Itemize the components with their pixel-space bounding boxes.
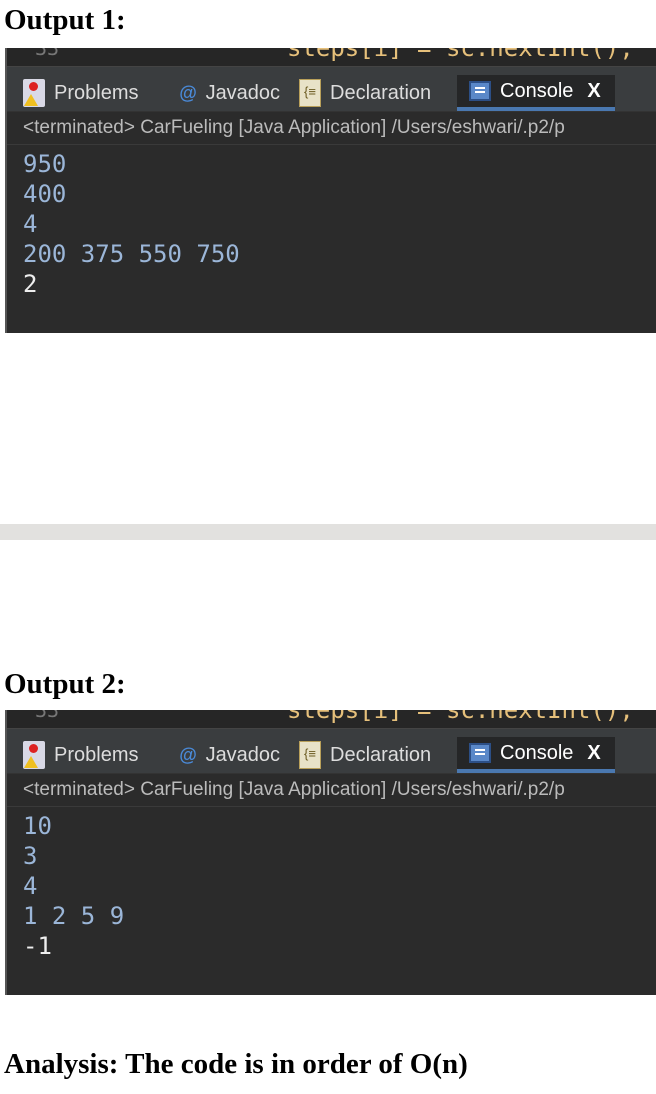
tab-label: Console	[500, 79, 574, 102]
line-number: 33	[35, 710, 60, 722]
console-line: 2	[23, 270, 38, 298]
declaration-icon: {≡	[299, 79, 321, 107]
tab-problems[interactable]: Problems	[23, 737, 138, 773]
tab-label: Javadoc	[205, 743, 281, 766]
close-icon[interactable]: X	[587, 80, 600, 103]
console-line: 950	[23, 150, 67, 178]
console-output[interactable]: 950 400 4 200 375 550 750 2	[7, 145, 656, 299]
console-line: 200 375 550 750	[23, 240, 240, 268]
javadoc-at-icon: @	[179, 744, 197, 765]
tab-label: Declaration	[330, 743, 432, 766]
code-text: steps[i] = sc.nextInt();	[287, 710, 634, 724]
analysis-text: Analysis: The code is in order of O(n)	[4, 1048, 468, 1080]
code-text: steps[i] = sc.nextInt();	[287, 48, 634, 62]
tab-console[interactable]: Console X	[457, 75, 615, 111]
console-status-line: <terminated> CarFueling [Java Applicatio…	[7, 774, 656, 807]
output-1-heading: Output 1:	[4, 4, 126, 36]
console-line: 10	[23, 812, 52, 840]
console-line: 4	[23, 872, 38, 900]
console-line: 3	[23, 842, 38, 870]
view-tab-bar: Problems @ Javadoc {≡ Declaration Consol…	[7, 729, 656, 774]
tab-label: Console	[500, 741, 574, 764]
line-number: 33	[35, 48, 60, 60]
tab-label: Declaration	[330, 81, 432, 104]
output-2-heading: Output 2:	[4, 668, 126, 700]
eclipse-console-panel-2: 33 steps[i] = sc.nextInt(); Problems @ J…	[5, 710, 656, 995]
tab-console[interactable]: Console X	[457, 737, 615, 773]
editor-code-strip: 33 steps[i] = sc.nextInt();	[7, 48, 656, 67]
editor-code-strip: 33 steps[i] = sc.nextInt();	[7, 710, 656, 729]
console-line: 4	[23, 210, 38, 238]
javadoc-at-icon: @	[179, 82, 197, 103]
problems-icon	[23, 79, 45, 107]
tab-javadoc[interactable]: @ Javadoc	[179, 737, 280, 773]
console-line: 400	[23, 180, 67, 208]
page-divider	[0, 524, 656, 540]
tab-javadoc[interactable]: @ Javadoc	[179, 75, 280, 111]
problems-icon	[23, 741, 45, 769]
close-icon[interactable]: X	[587, 742, 600, 765]
tab-label: Problems	[54, 743, 139, 766]
tab-declaration[interactable]: {≡ Declaration	[299, 737, 431, 773]
console-icon	[469, 743, 491, 763]
eclipse-console-panel-1: 33 steps[i] = sc.nextInt(); Problems @ J…	[5, 48, 656, 333]
console-output[interactable]: 10 3 4 1 2 5 9 -1	[7, 807, 656, 961]
console-status-line: <terminated> CarFueling [Java Applicatio…	[7, 112, 656, 145]
tab-declaration[interactable]: {≡ Declaration	[299, 75, 431, 111]
view-tab-bar: Problems @ Javadoc {≡ Declaration Consol…	[7, 67, 656, 112]
tab-problems[interactable]: Problems	[23, 75, 138, 111]
declaration-icon: {≡	[299, 741, 321, 769]
console-line: -1	[23, 932, 52, 960]
tab-label: Javadoc	[205, 81, 281, 104]
console-icon	[469, 81, 491, 101]
tab-label: Problems	[54, 81, 139, 104]
console-line: 1 2 5 9	[23, 902, 125, 930]
